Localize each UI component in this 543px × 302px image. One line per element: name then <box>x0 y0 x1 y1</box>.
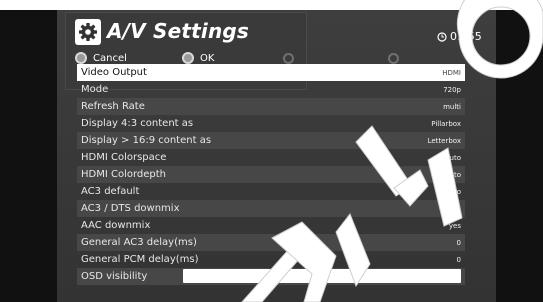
inactive-key-icon <box>388 53 399 64</box>
setting-value: HDMI <box>442 68 461 77</box>
setting-row-osd-visibility[interactable]: OSD visibility <box>77 268 465 285</box>
setting-value: Auto <box>444 170 461 179</box>
setting-label: AAC downmix <box>81 220 151 231</box>
setting-row-display-4-3[interactable]: Display 4:3 content as Pillarbox <box>77 115 465 132</box>
setting-label: AC3 default <box>81 186 140 197</box>
setting-row-ac3-delay[interactable]: General AC3 delay(ms) 0 <box>77 234 465 251</box>
ok-key-icon <box>182 52 194 64</box>
setting-value: 0 <box>456 255 461 264</box>
setting-label: Refresh Rate <box>81 101 145 112</box>
setting-row-hdmi-colordepth[interactable]: HDMI Colordepth Auto <box>77 166 465 183</box>
ok-button[interactable]: OK <box>182 51 214 65</box>
cancel-label: Cancel <box>93 52 127 64</box>
setting-row-pcm-delay[interactable]: General PCM delay(ms) 0 <box>77 251 465 268</box>
clock-icon <box>437 31 447 42</box>
ok-label: OK <box>200 52 215 64</box>
setting-row-ac3-default[interactable]: AC3 default no <box>77 183 465 200</box>
setting-value: yes <box>448 204 461 213</box>
setting-label: Display 4:3 content as <box>81 118 194 129</box>
setting-row-aac-downmix[interactable]: AAC downmix yes <box>77 217 465 234</box>
clock-time: 01:55 <box>450 30 482 43</box>
setting-value: multi <box>443 102 461 111</box>
inactive-key-icon <box>283 53 294 64</box>
setting-value: Auto <box>444 153 461 162</box>
setting-label: AC3 / DTS downmix <box>81 203 180 214</box>
setting-row-display-16-9[interactable]: Display > 16:9 content as Letterbox <box>77 132 465 149</box>
setting-row-ac3-dts-downmix[interactable]: AC3 / DTS downmix yes <box>77 200 465 217</box>
cancel-key-icon <box>75 52 87 64</box>
setting-value: Letterbox <box>427 136 461 145</box>
setting-row-video-output[interactable]: Video Output HDMI <box>77 64 465 81</box>
setting-row-refresh-rate[interactable]: Refresh Rate multi <box>77 98 465 115</box>
setting-value: 720p <box>443 85 461 94</box>
setting-row-mode[interactable]: Mode 720p <box>77 81 465 98</box>
setting-value: 0 <box>456 238 461 247</box>
setting-label: HDMI Colordepth <box>81 169 167 180</box>
setting-label: HDMI Colorspace <box>81 152 167 163</box>
setting-label: General AC3 delay(ms) <box>81 237 197 248</box>
setting-label: Mode <box>81 84 109 95</box>
av-settings-screen: A/V Settings 01:55 Cancel OK Video Outpu… <box>57 10 496 302</box>
left-letterbox-bar <box>0 10 57 302</box>
setting-label: Display > 16:9 content as <box>81 135 212 146</box>
top-border <box>0 0 543 10</box>
cancel-button[interactable]: Cancel <box>75 51 127 65</box>
clock: 01:55 <box>437 30 482 43</box>
setting-row-hdmi-colorspace[interactable]: HDMI Colorspace Auto <box>77 149 465 166</box>
setting-value: no <box>452 187 461 196</box>
osd-visibility-slider[interactable] <box>183 269 461 283</box>
setting-value: yes <box>448 221 461 230</box>
setting-label: OSD visibility <box>81 271 148 282</box>
setting-value: Pillarbox <box>431 119 461 128</box>
setting-label: Video Output <box>81 67 147 78</box>
right-letterbox-bar <box>496 10 543 302</box>
page-title: A/V Settings <box>107 19 250 43</box>
gear-icon <box>75 19 101 45</box>
setting-label: General PCM delay(ms) <box>81 254 199 265</box>
